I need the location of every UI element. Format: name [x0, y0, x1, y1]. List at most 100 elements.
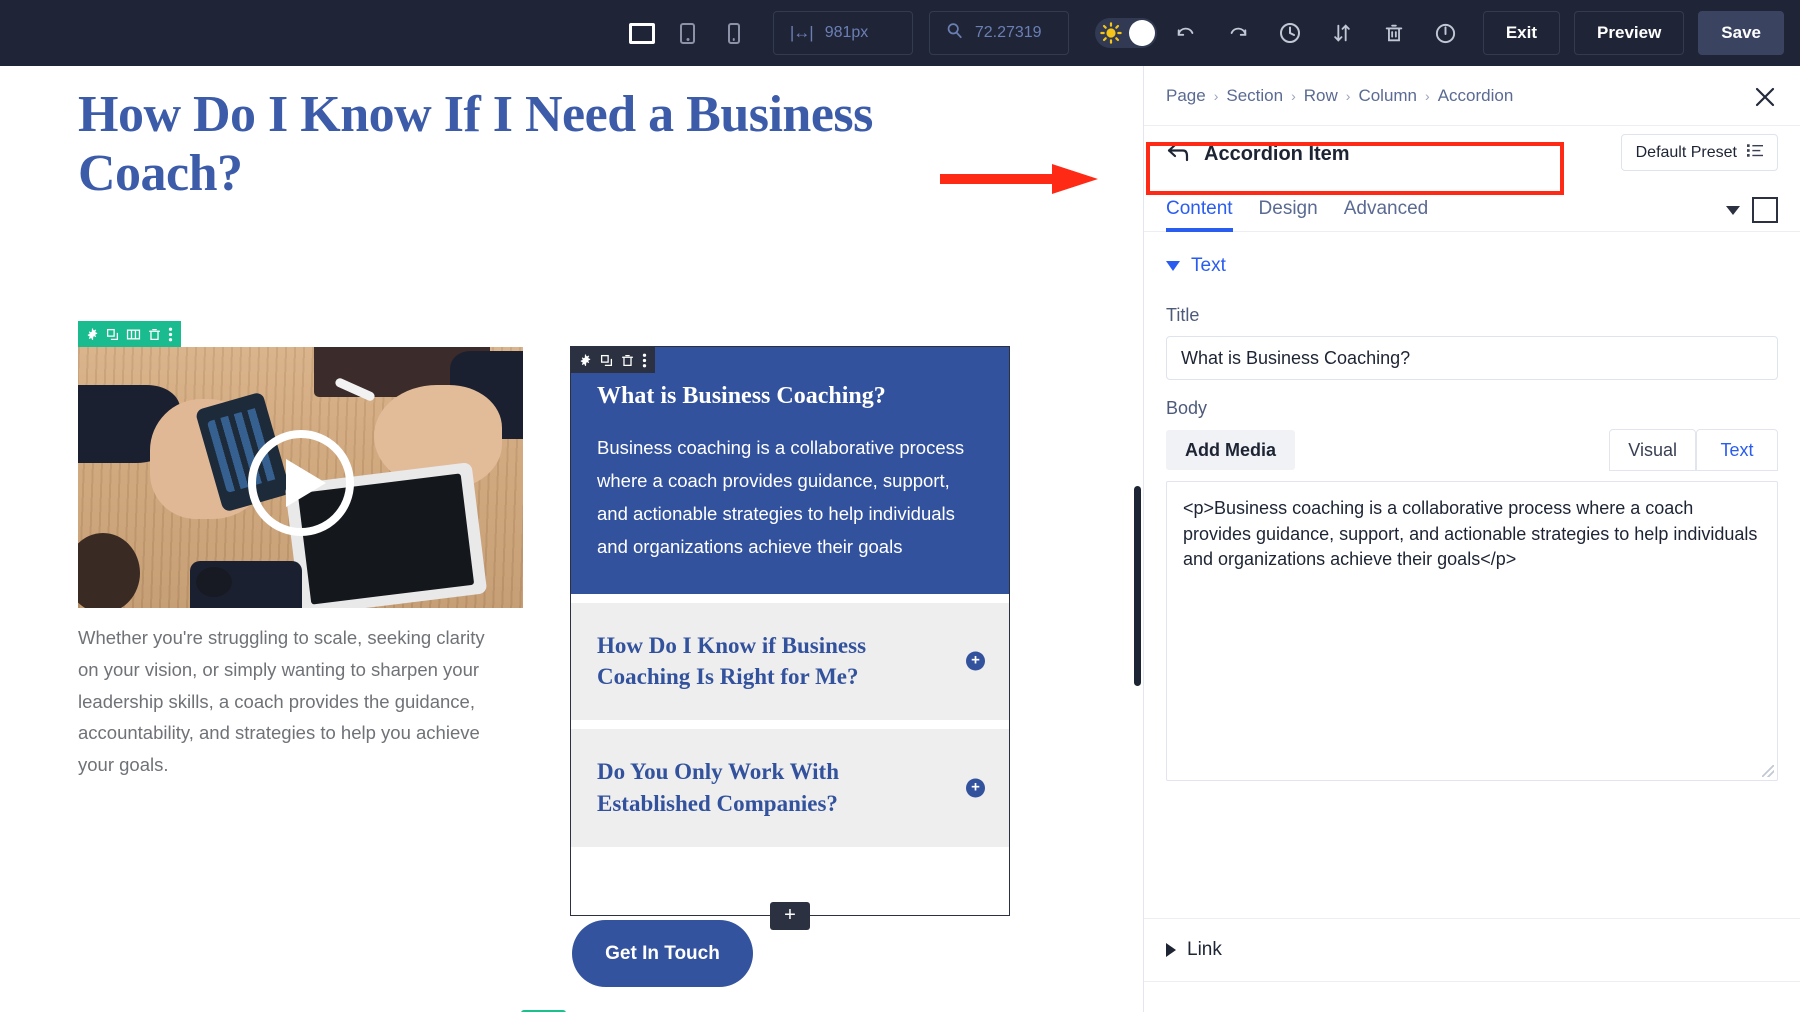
viewport-width-value: 981px: [825, 24, 869, 42]
breadcrumb-separator: ›: [1346, 88, 1351, 104]
breadcrumb-item-section[interactable]: Section: [1226, 86, 1283, 106]
get-in-touch-button[interactable]: Get In Touch: [572, 920, 753, 987]
tab-advanced[interactable]: Advanced: [1344, 198, 1429, 231]
desktop-icon: [629, 23, 655, 44]
editor-mode-tabs: Visual Text: [1609, 429, 1778, 471]
breadcrumb-item-row[interactable]: Row: [1304, 86, 1338, 106]
tablet-icon: [680, 23, 695, 44]
section-link-label: Link: [1187, 939, 1222, 961]
body-field-label: Body: [1144, 380, 1800, 429]
panel-tabs: Content Design Advanced: [1144, 182, 1800, 232]
chevron-down-icon: [1166, 261, 1180, 271]
panel-body: Text Title What is Business Coaching? Bo…: [1144, 233, 1800, 1012]
body-code-textarea[interactable]: <p>Business coaching is a collaborative …: [1166, 481, 1778, 781]
duplicate-icon[interactable]: [600, 354, 613, 367]
device-tablet-button[interactable]: [665, 10, 711, 56]
accordion-item-closed-2[interactable]: Do You Only Work With Established Compan…: [571, 729, 1009, 846]
title-field-label: Title: [1144, 287, 1800, 336]
video-module[interactable]: [78, 347, 523, 608]
device-switcher: [619, 10, 757, 56]
title-input[interactable]: What is Business Coaching?: [1166, 336, 1778, 380]
video-thumbnail[interactable]: [78, 347, 523, 608]
section-link-toggle[interactable]: Link: [1144, 918, 1800, 982]
breadcrumb-separator: ›: [1425, 88, 1430, 104]
kebab-icon[interactable]: [642, 353, 647, 368]
section-text-toggle[interactable]: Text: [1144, 233, 1800, 287]
zoom-field[interactable]: 72.27319: [929, 11, 1069, 55]
list-icon: [1747, 144, 1763, 162]
close-icon[interactable]: [1748, 80, 1782, 114]
gear-icon[interactable]: [86, 328, 99, 341]
play-triangle-icon: [286, 459, 326, 507]
duplicate-icon[interactable]: [106, 328, 119, 341]
watch: [196, 567, 232, 597]
editor-toolbar: Add Media Visual Text: [1166, 429, 1778, 481]
phone-icon: [728, 23, 740, 44]
annotation-arrow: [940, 162, 1100, 196]
viewport-width-field[interactable]: |↔| 981px: [773, 11, 913, 55]
row-toolbar[interactable]: [78, 321, 181, 347]
preview-button[interactable]: Preview: [1574, 11, 1684, 55]
intro-paragraph: Whether you're struggling to scale, seek…: [78, 622, 498, 781]
zoom-value: 72.27319: [975, 24, 1042, 42]
module-toolbar[interactable]: [571, 347, 655, 373]
page-title: How Do I Know If I Need a Business Coach…: [78, 86, 878, 204]
breadcrumb-item-accordion[interactable]: Accordion: [1438, 86, 1514, 106]
expand-square-icon[interactable]: [1752, 197, 1778, 223]
breadcrumb-separator: ›: [1214, 88, 1219, 104]
breadcrumb-separator: ›: [1291, 88, 1296, 104]
power-icon[interactable]: [1423, 10, 1469, 56]
editor-tab-visual[interactable]: Visual: [1609, 429, 1696, 471]
undo-icon[interactable]: [1163, 10, 1209, 56]
panel-tabs-actions: [1726, 197, 1778, 223]
accordion-item-title: How Do I Know if Business Coaching Is Ri…: [597, 630, 939, 693]
trash-icon[interactable]: [1371, 10, 1417, 56]
gear-icon[interactable]: [579, 354, 592, 367]
accordion-item-body: Business coaching is a collaborative pro…: [597, 432, 983, 564]
wireframe-toggle[interactable]: [1095, 18, 1157, 48]
breadcrumb: Page › Section › Row › Column › Accordio…: [1144, 66, 1800, 126]
accordion-item-title: Do You Only Work With Established Compan…: [597, 756, 939, 819]
panel-title: Accordion Item: [1204, 143, 1350, 166]
add-accordion-item-button[interactable]: +: [770, 902, 810, 930]
width-arrows-icon: |↔|: [790, 23, 813, 43]
back-arrow-icon[interactable]: [1166, 141, 1190, 168]
tab-content[interactable]: Content: [1166, 198, 1233, 231]
device-phone-button[interactable]: [711, 10, 757, 56]
play-button[interactable]: [248, 430, 354, 536]
editor-tab-text[interactable]: Text: [1696, 429, 1778, 471]
chevron-right-icon: [1166, 943, 1176, 957]
add-media-button[interactable]: Add Media: [1166, 430, 1295, 470]
breadcrumb-item-page[interactable]: Page: [1166, 86, 1206, 106]
panel-scrollbar[interactable]: [1134, 486, 1141, 686]
expand-plus-icon[interactable]: +: [966, 778, 985, 797]
body-code-value: <p>Business coaching is a collaborative …: [1183, 498, 1757, 569]
kebab-icon[interactable]: [168, 327, 173, 342]
sun-gear-icon: [1100, 22, 1122, 44]
toggle-knob: [1129, 20, 1155, 46]
expand-plus-icon[interactable]: +: [966, 652, 985, 671]
resize-handle[interactable]: [1762, 765, 1774, 777]
breadcrumb-item-column[interactable]: Column: [1358, 86, 1417, 106]
columns-icon[interactable]: [126, 328, 141, 341]
chevron-down-icon[interactable]: [1726, 206, 1740, 215]
device-desktop-button[interactable]: [619, 10, 665, 56]
accordion-module[interactable]: What is Business Coaching? Business coac…: [570, 346, 1010, 916]
panel-header: Accordion Item Default Preset: [1144, 126, 1800, 182]
tab-design[interactable]: Design: [1259, 198, 1318, 231]
save-button[interactable]: Save: [1698, 11, 1784, 55]
accordion-item-closed-1[interactable]: How Do I Know if Business Coaching Is Ri…: [571, 603, 1009, 720]
accordion-item-open[interactable]: What is Business Coaching? Business coac…: [571, 347, 1009, 594]
trash-icon[interactable]: [621, 354, 634, 367]
preset-selector[interactable]: Default Preset: [1621, 134, 1778, 171]
redo-icon[interactable]: [1215, 10, 1261, 56]
sort-icon[interactable]: [1319, 10, 1365, 56]
settings-panel: Page › Section › Row › Column › Accordio…: [1143, 66, 1800, 1012]
history-icon[interactable]: [1267, 10, 1313, 56]
search-icon: [946, 22, 963, 44]
trash-icon[interactable]: [148, 328, 161, 341]
top-toolbar: |↔| 981px 72.27319: [0, 0, 1800, 66]
page-canvas: How Do I Know If I Need a Business Coach…: [0, 66, 1143, 1012]
exit-button[interactable]: Exit: [1483, 11, 1560, 55]
section-text-label: Text: [1191, 255, 1226, 277]
